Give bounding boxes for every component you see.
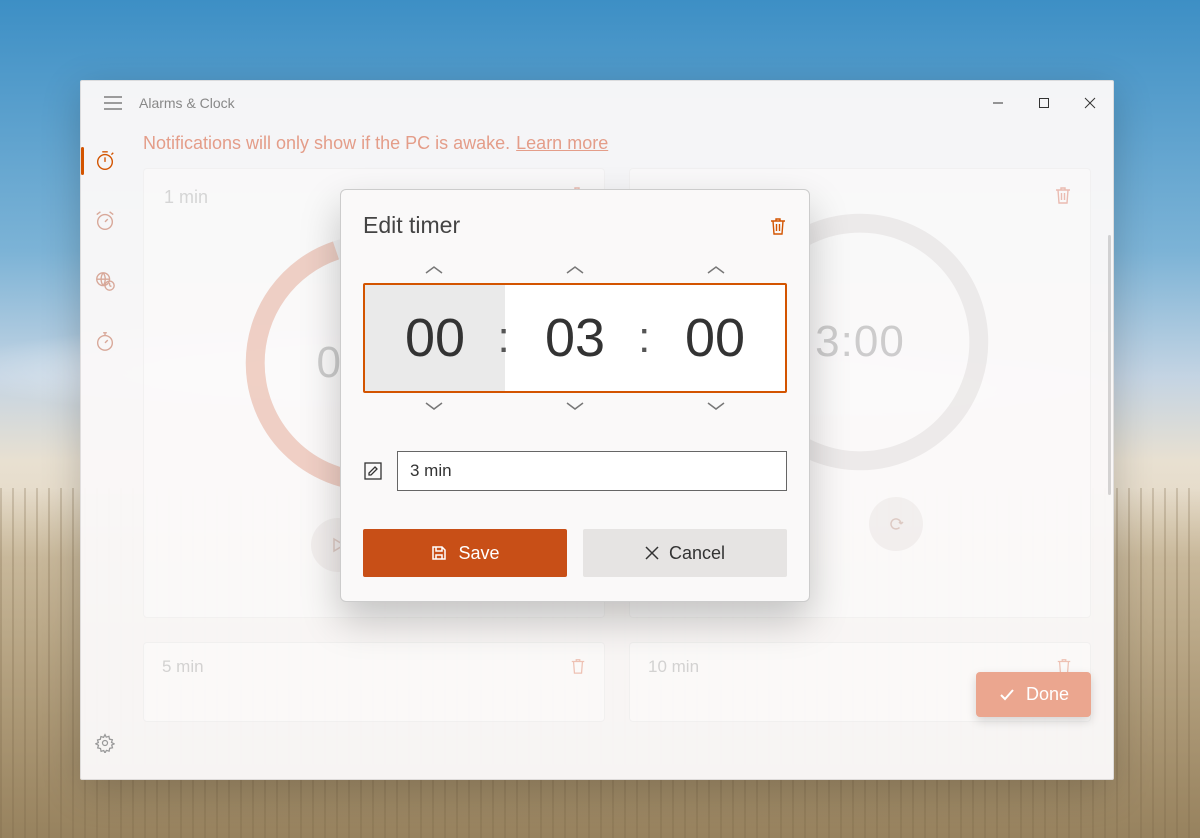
edit-name-icon — [363, 461, 383, 481]
titlebar: Alarms & Clock — [81, 81, 1113, 125]
cancel-button[interactable]: Cancel — [583, 529, 787, 577]
stopwatch-icon — [94, 330, 116, 352]
window-minimize-button[interactable] — [975, 83, 1021, 123]
minutes-up-button[interactable] — [515, 257, 635, 283]
reset-icon — [887, 515, 905, 533]
timer-card[interactable]: 5 min — [143, 642, 605, 722]
edit-timer-dialog: Edit timer 00 : 03 : 00 — [340, 189, 810, 602]
timer-name-input[interactable] — [397, 451, 787, 491]
hours-field[interactable]: 00 — [365, 285, 505, 391]
notification-text: Notifications will only show if the PC i… — [143, 133, 510, 154]
timer-reset-button[interactable] — [869, 497, 923, 551]
hours-up-button[interactable] — [374, 257, 494, 283]
notification-banner: Notifications will only show if the PC i… — [143, 133, 1091, 154]
done-button[interactable]: Done — [976, 672, 1091, 717]
done-label: Done — [1026, 684, 1069, 705]
minutes-down-button[interactable] — [515, 393, 635, 419]
sidebar-item-alarm[interactable] — [85, 203, 125, 239]
delete-timer-button[interactable] — [570, 657, 586, 675]
trash-icon — [1054, 185, 1072, 205]
chevron-up-icon — [515, 257, 635, 283]
globe-clock-icon — [94, 270, 116, 292]
seconds-field[interactable]: 00 — [645, 285, 785, 391]
chevron-down-icon — [374, 393, 494, 419]
seconds-down-button[interactable] — [656, 393, 776, 419]
cancel-label: Cancel — [669, 543, 725, 564]
chevron-up-icon — [656, 257, 776, 283]
timer-icon — [94, 150, 116, 172]
gear-icon — [95, 733, 115, 753]
window-close-button[interactable] — [1067, 83, 1113, 123]
sidebar-item-timer[interactable] — [85, 143, 125, 179]
timer-label: 10 min — [648, 657, 699, 677]
sidebar-item-world-clock[interactable] — [85, 263, 125, 299]
hours-down-button[interactable] — [374, 393, 494, 419]
sidebar — [81, 125, 129, 779]
sidebar-item-settings[interactable] — [85, 725, 125, 761]
save-label: Save — [458, 543, 499, 564]
chevron-up-icon — [374, 257, 494, 283]
delete-timer-button[interactable] — [1054, 185, 1072, 205]
timer-label: 1 min — [164, 187, 208, 208]
timer-label: 5 min — [162, 657, 204, 677]
chevron-down-icon — [656, 393, 776, 419]
alarm-icon — [94, 210, 116, 232]
chevron-down-icon — [515, 393, 635, 419]
check-icon — [998, 686, 1016, 704]
sidebar-item-stopwatch[interactable] — [85, 323, 125, 359]
save-button[interactable]: Save — [363, 529, 567, 577]
save-icon — [430, 544, 448, 562]
close-icon — [645, 546, 659, 560]
window-maximize-button[interactable] — [1021, 83, 1067, 123]
app-title: Alarms & Clock — [139, 95, 975, 111]
minutes-field[interactable]: 03 — [505, 285, 645, 391]
notification-learn-more-link[interactable]: Learn more — [516, 133, 608, 154]
dialog-title: Edit timer — [363, 212, 460, 239]
trash-icon — [570, 657, 586, 675]
dialog-delete-button[interactable] — [769, 216, 787, 236]
time-picker: 00 : 03 : 00 — [363, 283, 787, 393]
scrollbar[interactable] — [1108, 235, 1111, 495]
menu-button[interactable] — [93, 83, 133, 123]
trash-icon — [769, 216, 787, 236]
seconds-up-button[interactable] — [656, 257, 776, 283]
